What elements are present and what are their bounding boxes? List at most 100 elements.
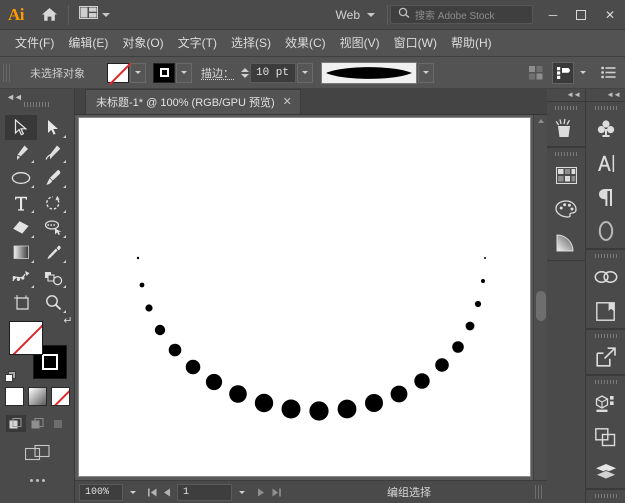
ellipse-tool[interactable] xyxy=(5,165,37,190)
selection-tool[interactable] xyxy=(5,115,37,140)
artwork-dot[interactable] xyxy=(390,385,408,403)
artwork-dot[interactable] xyxy=(281,399,301,419)
home-icon[interactable] xyxy=(32,0,66,30)
artwork-dot[interactable] xyxy=(452,341,464,353)
color-panel-icon[interactable] xyxy=(547,192,585,226)
align-dropdown[interactable] xyxy=(575,63,591,83)
fill-swatch-dropdown[interactable] xyxy=(130,62,146,83)
menu-effect[interactable]: 效果(C) xyxy=(278,30,333,57)
fill-color-swatch[interactable] xyxy=(107,62,129,83)
artwork-dot[interactable] xyxy=(154,324,166,336)
blend-tool[interactable] xyxy=(5,265,37,290)
vertical-scroll-thumb[interactable] xyxy=(536,291,546,321)
transform-panel-icon[interactable] xyxy=(586,420,625,454)
adobe-stock-search[interactable]: 搜索 Adobe Stock xyxy=(390,5,533,24)
artwork-dot[interactable] xyxy=(481,279,485,283)
artboard[interactable] xyxy=(79,118,530,476)
paintbrush-tool[interactable] xyxy=(37,165,69,190)
fill-swatch-large[interactable] xyxy=(8,321,43,355)
panel-group-grip[interactable] xyxy=(586,102,625,112)
artboards-panel-icon[interactable] xyxy=(586,294,625,328)
artwork-dot[interactable] xyxy=(168,343,182,357)
asset-export-panel-icon[interactable] xyxy=(586,386,625,420)
align-button[interactable] xyxy=(552,61,574,84)
artboard-tool[interactable] xyxy=(5,290,37,315)
status-text[interactable]: 编组选择 xyxy=(283,484,535,500)
artwork-dot[interactable] xyxy=(145,304,153,312)
tools-panel-grip[interactable] xyxy=(24,102,50,107)
close-icon[interactable]: ✕ xyxy=(283,96,292,108)
artwork-dot[interactable] xyxy=(474,300,482,308)
artwork-dot[interactable] xyxy=(136,256,140,260)
canvas-area[interactable] xyxy=(75,115,547,480)
symbol-sprayer-tool[interactable] xyxy=(37,265,69,290)
panel-group-grip[interactable] xyxy=(547,102,585,112)
links-panel-icon[interactable] xyxy=(586,260,625,294)
eraser-tool[interactable] xyxy=(5,215,37,240)
draw-normal-mode[interactable] xyxy=(5,415,26,432)
artwork-dot[interactable] xyxy=(365,394,383,412)
gradient-tool[interactable] xyxy=(5,240,37,265)
menu-view[interactable]: 视图(V) xyxy=(333,30,387,57)
edit-toolbar-icon[interactable] xyxy=(0,479,75,482)
artwork-dot[interactable] xyxy=(185,359,201,375)
zoom-tool[interactable] xyxy=(37,290,69,315)
direct-selection-tool[interactable] xyxy=(37,115,69,140)
artwork-dot[interactable] xyxy=(435,358,449,372)
draw-inside-mode[interactable] xyxy=(50,415,70,432)
artwork-dot[interactable] xyxy=(229,385,247,403)
maximize-button[interactable] xyxy=(567,0,595,30)
character-panel-icon[interactable] xyxy=(586,146,625,180)
control-bar-grip[interactable] xyxy=(3,63,12,82)
type-tool[interactable] xyxy=(5,190,37,215)
export-panel-icon[interactable] xyxy=(586,340,625,374)
pen-tool[interactable] xyxy=(5,140,37,165)
artwork-dot[interactable] xyxy=(465,321,475,331)
menu-window[interactable]: 窗口(W) xyxy=(387,30,444,57)
swatches-panel-icon[interactable] xyxy=(547,158,585,192)
menu-file[interactable]: 文件(F) xyxy=(8,30,61,57)
panel-group-grip[interactable] xyxy=(586,250,625,260)
arrange-documents-button[interactable] xyxy=(71,4,118,26)
more-options-button[interactable] xyxy=(597,62,619,84)
default-fill-stroke-icon[interactable] xyxy=(4,371,17,383)
draw-behind-mode[interactable] xyxy=(28,415,48,432)
artboard-number-input[interactable]: 1 xyxy=(177,483,232,501)
gradient-mode[interactable] xyxy=(28,387,47,406)
menu-select[interactable]: 选择(S) xyxy=(224,30,278,57)
panel-group-grip[interactable] xyxy=(586,330,625,340)
first-artboard-icon[interactable] xyxy=(145,484,159,501)
menu-object[interactable]: 对象(O) xyxy=(115,30,170,57)
close-button[interactable]: ✕ xyxy=(595,0,625,30)
stroke-weight-input[interactable]: 10 pt xyxy=(250,62,296,83)
previous-artboard-icon[interactable] xyxy=(160,484,174,501)
artwork-dot[interactable] xyxy=(139,282,145,288)
brush-definition-preview[interactable] xyxy=(321,61,417,84)
resize-grip[interactable] xyxy=(535,485,543,499)
stroke-weight-label[interactable]: 描边： xyxy=(201,65,234,81)
swap-fill-stroke-icon[interactable]: ↵ xyxy=(63,314,72,327)
opacity-button[interactable] xyxy=(525,62,547,84)
last-artboard-icon[interactable] xyxy=(269,484,283,501)
none-mode[interactable] xyxy=(51,387,70,406)
vertical-scrollbar[interactable] xyxy=(533,115,547,480)
glyphs-panel-icon[interactable] xyxy=(586,214,625,248)
rotate-tool[interactable] xyxy=(37,190,69,215)
eyedropper-tool[interactable] xyxy=(37,240,69,265)
pathfinder-panel-icon[interactable] xyxy=(586,454,625,488)
stroke-color-swatch[interactable] xyxy=(153,62,175,83)
artwork-dot[interactable] xyxy=(254,393,274,413)
change-screen-mode-button[interactable] xyxy=(0,444,75,462)
brush-definition-dropdown[interactable] xyxy=(418,62,434,83)
brushes-panel-icon[interactable] xyxy=(547,112,585,146)
zoom-level-dropdown[interactable] xyxy=(123,483,142,501)
panel-dock-collapse-a[interactable]: ◄◄ xyxy=(547,89,585,101)
artwork-dot[interactable] xyxy=(337,399,357,419)
panel-group-grip[interactable] xyxy=(586,490,625,500)
panel-group-grip[interactable] xyxy=(586,376,625,386)
curvature-tool[interactable] xyxy=(37,140,69,165)
menu-edit[interactable]: 编辑(E) xyxy=(61,30,115,57)
stroke-swatch-dropdown[interactable] xyxy=(176,62,192,83)
shape-builder-tool[interactable] xyxy=(37,215,69,240)
artboard-number-dropdown[interactable] xyxy=(232,483,251,501)
